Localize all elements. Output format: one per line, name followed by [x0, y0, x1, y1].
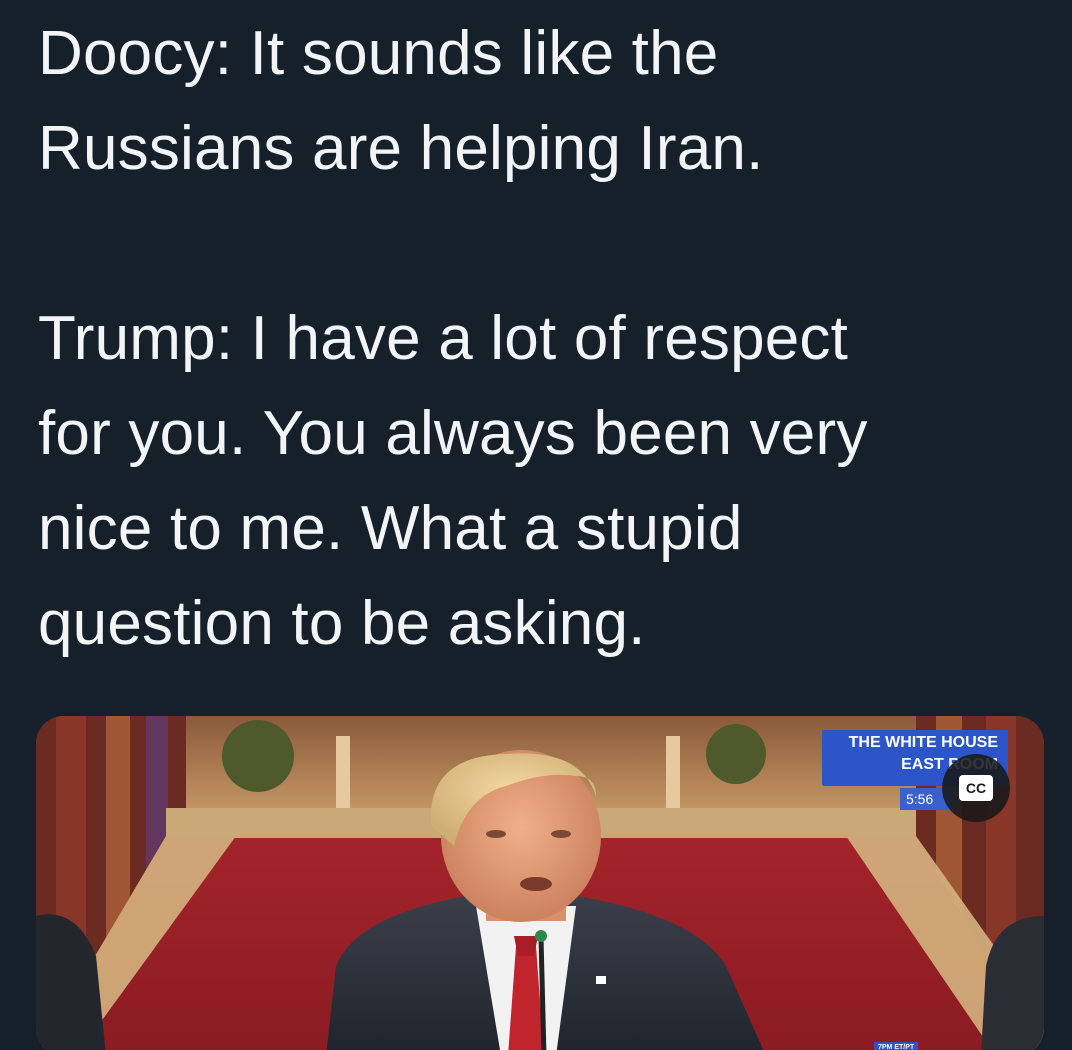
christmas-tree [222, 720, 294, 792]
tweet-view: Doocy: It sounds like the Russians are h… [0, 0, 1072, 1050]
tweet-text-line: question to be asking. [38, 589, 646, 658]
video-player[interactable]: THE WHITE HOUSE EAST ROOM 5:56 CC 7PM ET… [36, 716, 1044, 1050]
tweet-text: Doocy: It sounds like the Russians are h… [38, 6, 1038, 671]
chyron-line: THE WHITE HOUSE [848, 734, 998, 751]
tweet-text-line: for you. You always been very [38, 399, 868, 468]
closed-captions-button[interactable]: CC [942, 754, 1010, 822]
tweet-paragraph-question: Doocy: It sounds like the Russians are h… [38, 6, 1038, 196]
column [336, 736, 350, 816]
tweet-text-line: Russians are helping Iran. [38, 114, 764, 183]
bottom-chyron: 7PM ET/PT [874, 1042, 919, 1050]
christmas-tree [706, 724, 766, 784]
column [666, 736, 680, 816]
lapel-pin [596, 976, 606, 984]
microphone [538, 937, 547, 1050]
tweet-text-line: Doocy: It sounds like the [38, 19, 719, 88]
tweet-text-line: Trump: I have a lot of respect [38, 304, 849, 373]
cc-icon: CC [959, 775, 993, 801]
tweet-paragraph-answer: Trump: I have a lot of respect for you. … [38, 291, 1038, 671]
tweet-text-line: nice to me. What a stupid [38, 494, 743, 563]
